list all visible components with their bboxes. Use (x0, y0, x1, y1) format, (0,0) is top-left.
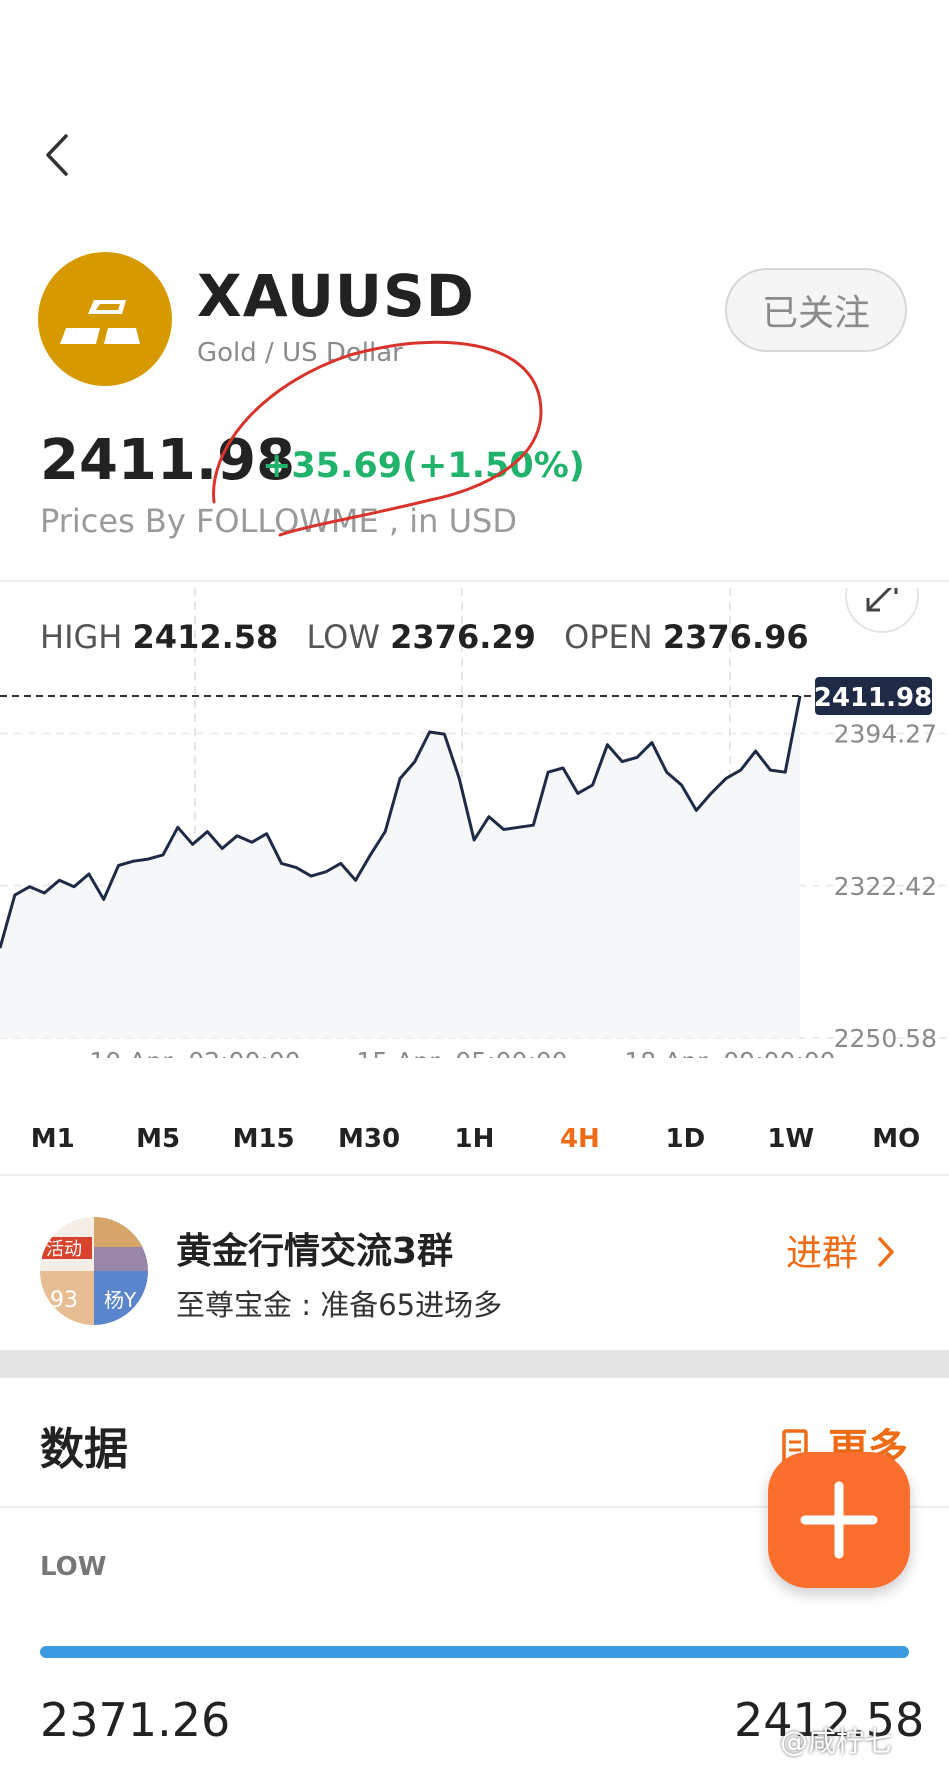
data-section-title: 数据 (40, 1424, 128, 1475)
timeframe-selector: M1 M5 M15 M30 1H 4H 1D 1W MO (0, 1118, 949, 1168)
gold-logo (38, 252, 172, 386)
high-value: 2412.58 (132, 618, 279, 656)
range-low-value: 2371.26 (40, 1693, 231, 1747)
add-button[interactable] (768, 1452, 910, 1588)
timeframe-m1[interactable]: M1 (0, 1118, 105, 1168)
x-tick-label: 18 Apr ,09:00:00 (624, 1047, 835, 1058)
group-last-message: 至尊宝金 : 准备65进场多 (176, 1288, 503, 1322)
join-group-button[interactable]: 进群 (786, 1224, 897, 1276)
chevron-right-icon (878, 1237, 895, 1267)
group-avatar-image: 活动 93 杨Y (40, 1217, 148, 1325)
timeframe-1d[interactable]: 1D (633, 1118, 738, 1168)
open-label: OPEN (564, 618, 653, 656)
expand-icon (845, 588, 919, 633)
low-value: 2376.29 (390, 618, 536, 656)
timeframe-m30[interactable]: M30 (316, 1118, 421, 1168)
y-tick-label: 2250.58 (834, 1024, 937, 1053)
high-label: HIGH (40, 618, 123, 656)
timeframe-m5[interactable]: M5 (105, 1118, 210, 1168)
instrument-symbol: XAUUSD (197, 262, 475, 330)
back-button[interactable] (40, 130, 80, 180)
divider (0, 1174, 949, 1176)
y-tick-label: 2394.27 (834, 720, 937, 749)
price-chart[interactable]: 2411.98 2394.27 2322.42 2250.58 10 Apr ,02:0… (0, 588, 949, 1058)
chevron-left-icon (46, 134, 68, 176)
watermark: @咸柠七 (780, 1725, 893, 1758)
timeframe-1h[interactable]: 1H (422, 1118, 527, 1168)
follow-button[interactable]: 已关注 (725, 268, 907, 352)
avatar-tile-1: 活动 (46, 1239, 82, 1260)
divider (0, 580, 949, 582)
group-avatar[interactable]: 活动 93 杨Y (40, 1217, 148, 1325)
avatar-tile-3: 杨Y (104, 1288, 137, 1312)
y-tick-label: 2322.42 (834, 872, 937, 901)
section-separator (0, 1350, 949, 1378)
timeframe-1w[interactable]: 1W (738, 1118, 843, 1168)
red-scribble-annotation (212, 340, 543, 537)
current-price-tag: 2411.98 (814, 683, 932, 713)
timeframe-mo[interactable]: MO (844, 1118, 949, 1168)
join-label: 进群 (786, 1233, 859, 1274)
day-range-bar (40, 1646, 909, 1658)
avatar-tile-2: 93 (50, 1288, 78, 1313)
x-tick-label: 10 Apr ,02:00:00 (89, 1047, 300, 1058)
open-value: 2376.96 (662, 618, 809, 656)
timeframe-4h[interactable]: 4H (527, 1118, 632, 1168)
timeframe-m15[interactable]: M15 (211, 1118, 316, 1168)
price-area-fill (0, 696, 800, 1038)
plus-icon (800, 1481, 878, 1559)
group-name[interactable]: 黄金行情交流3群 (176, 1222, 453, 1274)
low-label: LOW (306, 618, 380, 656)
x-tick-label: 15 Apr ,05:00:00 (356, 1047, 567, 1058)
ohlc-stats: HIGH 2412.58 LOW 2376.29 OPEN 2376.96 (40, 618, 809, 656)
gold-bars-icon (60, 300, 140, 344)
range-low-label: LOW (40, 1552, 107, 1582)
